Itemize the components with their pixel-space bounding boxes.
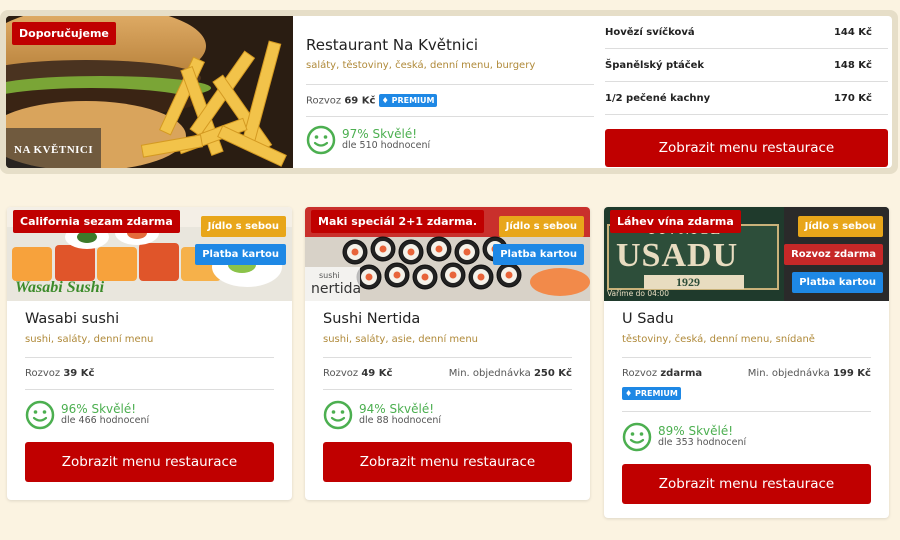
diamond-icon: ♦	[625, 389, 633, 398]
smiley-icon	[306, 125, 336, 155]
card-payment-pill: Platba kartou	[195, 244, 286, 265]
promo-badge: Maki speciál 2+1 zdarma.	[311, 210, 485, 233]
restaurant-card[interactable]: Maki speciál 2+1 zdarma. Jídlo s sebou P…	[305, 207, 590, 500]
divider	[622, 411, 871, 412]
restaurant-tags: těstoviny, česká, denní menu, snídaně	[622, 334, 815, 345]
promo-badge: Láhev vína zdarma	[610, 210, 741, 233]
smiley-icon	[25, 400, 55, 430]
divider	[25, 389, 274, 390]
restaurant-tags: sushi, saláty, asie, denní menu	[323, 334, 478, 345]
rating-score: 94% Skvělé!	[359, 401, 435, 416]
card-payment-pill: Platba kartou	[493, 244, 584, 265]
menu-item-row: Hovězí svíčková 144 Kč	[605, 16, 888, 49]
sign-main: USADU	[616, 237, 739, 274]
premium-badge: ♦ PREMIUM	[622, 387, 681, 400]
featured-photo[interactable]: Doporučujeme NA KVĚTNICI	[6, 16, 293, 168]
delivery-price: 39 Kč	[63, 368, 95, 379]
restaurant-logo: NA KVĚTNICI	[14, 144, 94, 156]
featured-menu: Hovězí svíčková 144 Kč Španělský ptáček 148…	[605, 16, 888, 168]
min-order: Min. objednávka 250 Kč	[448, 368, 572, 379]
smiley-icon	[622, 422, 652, 452]
rating: 97% Skvělé! dle 510 hodnocení	[306, 125, 594, 155]
featured-card[interactable]: Doporučujeme NA KVĚTNICI Restaurant Na K…	[6, 16, 892, 168]
divider	[323, 389, 572, 390]
featured-restaurant: Doporučujeme NA KVĚTNICI Restaurant Na K…	[0, 10, 898, 174]
delivery-info: Rozvoz 69 Kč ♦ PREMIUM	[306, 94, 594, 107]
restaurant-card[interactable]: PIVNICE USADU 1929 Vaříme do 04:00 Láhev…	[604, 207, 889, 518]
restaurant-name[interactable]: Restaurant Na Květnici	[306, 36, 594, 54]
restaurant-tags: sushi, saláty, denní menu	[25, 334, 154, 345]
menu-item-price: 148 Kč	[833, 59, 872, 71]
show-menu-button[interactable]: Zobrazit menu restaurace	[622, 464, 871, 504]
delivery-info: Rozvoz zdarma Min. objednávka 199 Kč	[622, 368, 871, 379]
divider	[306, 116, 594, 117]
menu-item-row: Španělský ptáček 148 Kč	[605, 49, 888, 82]
restaurant-name[interactable]: U Sadu	[622, 311, 871, 327]
takeaway-pill: Jídlo s sebou	[200, 216, 286, 237]
menu-item-name: Hovězí svíčková	[605, 26, 695, 38]
show-menu-button[interactable]: Zobrazit menu restaurace	[323, 442, 572, 482]
delivery-info: Rozvoz 39 Kč	[25, 368, 95, 379]
restaurant-logo-sub: sushi	[319, 271, 340, 280]
restaurant-photo[interactable]: PIVNICE USADU 1929 Vaříme do 04:00 Láhev…	[604, 207, 889, 301]
menu-item-name: 1/2 pečené kachny	[605, 92, 711, 104]
show-menu-button[interactable]: Zobrazit menu restaurace	[605, 129, 888, 167]
delivery-price: 69 Kč	[344, 95, 376, 107]
menu-item-price: 144 Kč	[833, 26, 872, 38]
min-order: Min. objednávka 199 Kč	[747, 368, 871, 379]
delivery-price: zdarma	[660, 368, 703, 379]
featured-info: Restaurant Na Květnici saláty, těstoviny…	[306, 16, 594, 168]
delivery-info: Rozvoz 49 Kč Min. objednávka 250 Kč	[323, 368, 572, 379]
premium-badge: ♦ PREMIUM	[378, 94, 438, 107]
min-order-value: 199 Kč	[832, 368, 871, 379]
rating-score: 97% Skvělé!	[342, 126, 418, 141]
restaurant-card[interactable]: California sezam zdarma Jídlo s sebou Pl…	[7, 207, 292, 500]
rating-count: dle 353 hodnocení	[658, 437, 747, 449]
menu-item-name: Španělský ptáček	[605, 59, 705, 71]
delivery-label: Rozvoz	[306, 95, 342, 107]
divider	[25, 357, 274, 358]
sign-year: 1929	[676, 275, 700, 289]
min-order-value: 250 Kč	[533, 368, 572, 379]
divider	[306, 84, 594, 85]
rating-count: dle 510 hodnocení	[342, 140, 431, 152]
smiley-icon	[323, 400, 353, 430]
restaurant-photo[interactable]: Maki speciál 2+1 zdarma. Jídlo s sebou P…	[305, 207, 590, 301]
restaurant-logo: Wasabi Sushi	[15, 279, 105, 296]
diamond-icon: ♦	[381, 96, 389, 105]
restaurant-photo[interactable]: California sezam zdarma Jídlo s sebou Pl…	[7, 207, 292, 301]
rating-count: dle 466 hodnocení	[61, 415, 150, 427]
promo-badge: California sezam zdarma	[13, 210, 180, 233]
restaurant-logo: nertida	[311, 281, 362, 297]
takeaway-pill: Jídlo s sebou	[498, 216, 584, 237]
show-menu-button[interactable]: Zobrazit menu restaurace	[25, 442, 274, 482]
takeaway-pill: Jídlo s sebou	[797, 216, 883, 237]
restaurant-tags: saláty, těstoviny, česká, denní menu, bu…	[306, 60, 536, 71]
rating-score: 89% Skvělé!	[658, 423, 734, 438]
restaurant-name[interactable]: Sushi Nertida	[323, 311, 572, 327]
card-payment-pill: Platba kartou	[792, 272, 883, 293]
menu-item-row: 1/2 pečené kachny 170 Kč	[605, 82, 888, 115]
delivery-price: 49 Kč	[361, 368, 393, 379]
divider	[622, 357, 871, 358]
rating-score: 96% Skvělé!	[61, 401, 137, 416]
free-delivery-pill: Rozvoz zdarma	[784, 244, 883, 265]
sign-note: Vaříme do 04:00	[607, 289, 669, 298]
rating-count: dle 88 hodnocení	[359, 415, 442, 427]
recommended-badge: Doporučujeme	[12, 22, 116, 45]
rating: 89% Skvělé! dle 353 hodnocení	[622, 422, 871, 452]
menu-item-price: 170 Kč	[833, 92, 872, 104]
rating: 94% Skvělé! dle 88 hodnocení	[323, 400, 572, 430]
divider	[323, 357, 572, 358]
rating: 96% Skvělé! dle 466 hodnocení	[25, 400, 274, 430]
restaurant-name[interactable]: Wasabi sushi	[25, 311, 274, 327]
